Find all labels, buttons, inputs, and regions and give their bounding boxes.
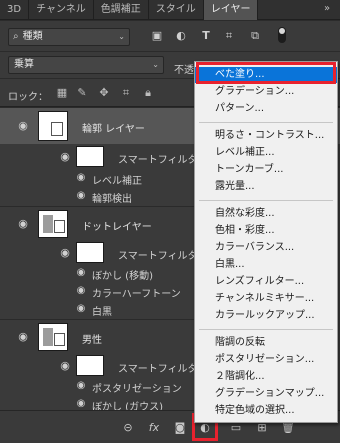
menu-item-posterize[interactable]: ポスタリゼーション...: [195, 352, 337, 368]
blend-mode-value: 乗算: [14, 59, 34, 70]
thumbnail-figure: [43, 215, 53, 233]
filter-mask-thumbnail[interactable]: [76, 242, 104, 263]
tab-channels[interactable]: チャンネル: [29, 0, 94, 20]
folder-icon[interactable]: ▭: [228, 421, 244, 435]
adjustment-filter-icon[interactable]: ◐: [174, 29, 188, 43]
tab-adjustments[interactable]: 色調補正: [94, 0, 149, 20]
lock-transparent-icon[interactable]: ▦: [56, 87, 68, 99]
layer-filter-bar: ⌕ 種類 ⌄ ▣ ◐ T ⌗ ⧉: [0, 21, 340, 51]
filter-name: ぼかし (ガウス): [92, 402, 163, 410]
filter-mask-thumbnail[interactable]: [76, 146, 104, 167]
chevron-down-icon: ⌄: [152, 60, 159, 69]
chevron-down-icon: ⌄: [118, 32, 125, 41]
filter-name: カラーハーフトーン: [92, 289, 181, 300]
filter-name: 輪郭検出: [92, 194, 132, 205]
filter-mask-thumbnail[interactable]: [76, 355, 104, 376]
lock-all-icon[interactable]: 🔒︎: [142, 87, 154, 99]
layer-name[interactable]: 輪郭 レイヤー: [82, 120, 145, 135]
thumbnail-figure: [43, 328, 53, 346]
menu-item-invert[interactable]: 階調の反転: [195, 335, 337, 351]
filter-kind-label: 種類: [22, 31, 43, 42]
menu-item-black-white[interactable]: 白黒...: [195, 257, 337, 273]
fx-icon[interactable]: fx: [146, 421, 162, 435]
shape-filter-icon[interactable]: ⌗: [222, 29, 236, 43]
type-filter-icon[interactable]: T: [199, 29, 213, 43]
smart-object-badge-icon: [54, 333, 65, 346]
menu-item-curves[interactable]: トーンカーブ...: [195, 162, 337, 178]
menu-separator: [199, 329, 333, 330]
menu-item-selective-color[interactable]: 特定色域の選択...: [195, 403, 337, 419]
tab-styles[interactable]: スタイル: [149, 0, 204, 20]
menu-item-brightness-contrast[interactable]: 明るさ・コントラスト...: [195, 128, 337, 144]
new-layer-icon[interactable]: ⊞: [254, 421, 270, 435]
layer-name[interactable]: ドットレイヤー: [82, 218, 152, 233]
eye-icon[interactable]: ◉: [76, 173, 86, 183]
eye-icon[interactable]: ◉: [16, 331, 30, 342]
lock-position-icon[interactable]: ✥: [98, 87, 110, 99]
smart-object-badge-icon: [51, 122, 63, 136]
link-icon[interactable]: ⊝: [120, 421, 136, 435]
eye-icon[interactable]: ◉: [58, 360, 72, 371]
menu-item-color-lookup[interactable]: カラールックアップ...: [195, 308, 337, 324]
lock-artboard-icon[interactable]: ⌗: [120, 87, 132, 99]
filter-name: ぼかし (移動): [92, 271, 153, 282]
menu-item-highlight: [196, 62, 336, 84]
panel-tabs: 3D チャンネル 色調補正 スタイル レイヤー »: [0, 0, 340, 20]
menu-item-gradient[interactable]: グラデーション...: [195, 84, 337, 100]
menu-separator: [199, 122, 333, 123]
filter-name: 白黒: [92, 307, 112, 318]
smart-object-filter-icon[interactable]: ⧉: [248, 29, 262, 43]
menu-item-pattern[interactable]: パターン...: [195, 101, 337, 117]
search-icon: ⌕: [13, 31, 19, 42]
eye-icon[interactable]: ◉: [76, 268, 86, 278]
layer-thumbnail: [38, 323, 68, 351]
blend-mode-select[interactable]: 乗算 ⌄: [8, 56, 164, 74]
layer-thumbnail: [38, 210, 68, 238]
menu-item-channel-mixer[interactable]: チャンネルミキサー...: [195, 291, 337, 307]
eye-icon[interactable]: ◉: [76, 286, 86, 296]
menu-separator: [199, 200, 333, 201]
eye-icon[interactable]: ◉: [58, 151, 72, 162]
menu-item-exposure[interactable]: 露光量...: [195, 179, 337, 195]
toggle-knob: [279, 28, 285, 34]
filter-name: ポスタリゼーション: [92, 384, 182, 395]
menu-item-hue-saturation[interactable]: 色相・彩度...: [195, 223, 337, 239]
layer-name[interactable]: 男性: [82, 331, 102, 346]
menu-item-vibrance[interactable]: 自然な彩度...: [195, 206, 337, 222]
eye-icon[interactable]: ◉: [58, 247, 72, 258]
eye-icon[interactable]: ◉: [76, 381, 86, 391]
eye-icon[interactable]: ◉: [76, 399, 86, 409]
eye-icon[interactable]: ◉: [16, 120, 30, 131]
menu-item-color-balance[interactable]: カラーバランス...: [195, 240, 337, 256]
opacity-label: 不透: [174, 65, 194, 76]
eye-icon[interactable]: ◉: [76, 191, 86, 201]
eye-icon[interactable]: ◉: [16, 218, 30, 229]
tab-3d[interactable]: 3D: [0, 0, 30, 20]
filter-kind-select[interactable]: ⌕ 種類 ⌄: [8, 28, 130, 46]
filter-toggle[interactable]: [278, 27, 286, 43]
filter-name: レベル補正: [92, 176, 142, 187]
tab-layers[interactable]: レイヤー: [203, 0, 259, 20]
smart-object-badge-icon: [54, 220, 65, 233]
trash-icon[interactable]: 🗑︎: [280, 421, 296, 435]
pixel-filter-icon[interactable]: ▣: [150, 29, 164, 43]
menu-item-threshold[interactable]: ２階調化...: [195, 369, 337, 385]
eye-icon[interactable]: ◉: [76, 304, 86, 314]
layer-thumbnail: [38, 111, 68, 141]
lock-label: ロック：: [8, 92, 48, 103]
menu-item-levels[interactable]: レベル補正...: [195, 145, 337, 161]
double-chevron-icon[interactable]: »: [320, 3, 334, 15]
adjustment-layer-menu: べた塗り... グラデーション... パターン... 明るさ・コントラスト...…: [194, 61, 338, 423]
menu-item-gradient-map[interactable]: グラデーションマップ...: [195, 386, 337, 402]
menu-item-photo-filter[interactable]: レンズフィルター...: [195, 274, 337, 290]
lock-image-icon[interactable]: ✎: [76, 87, 88, 99]
mask-icon[interactable]: ◙: [172, 421, 188, 435]
